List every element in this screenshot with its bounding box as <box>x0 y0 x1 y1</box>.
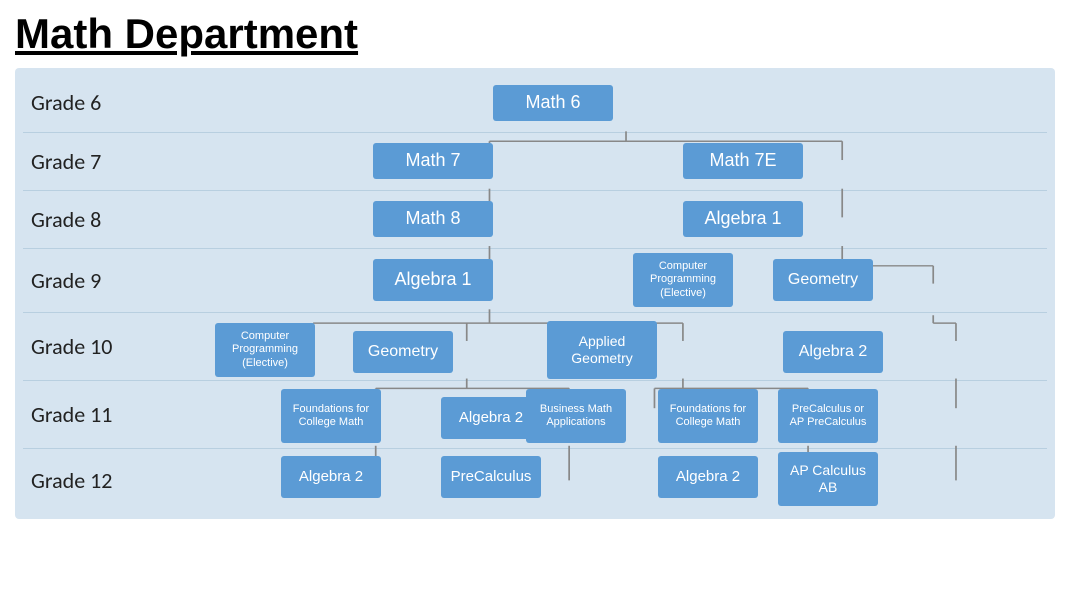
geometry-g9-box: Geometry <box>773 259 873 301</box>
grade9-label: Grade 9 <box>23 248 193 312</box>
precalc-g12-box: PreCalculus <box>441 456 541 498</box>
row-grade9: Grade 9 <box>23 248 1047 312</box>
grade7-label: Grade 7 <box>23 132 193 190</box>
algebra1-g8-box: Algebra 1 <box>683 201 803 237</box>
algebra2-g12b-box: Algebra 2 <box>658 456 758 498</box>
chart-wrapper: Grade 6 Grade 7 Grade 8 Grade 9 Grade 10 <box>23 74 1047 513</box>
algebra2-g12a-box: Algebra 2 <box>281 456 381 498</box>
grade10-label: Grade 10 <box>23 312 193 380</box>
ap-calc-box: AP Calculus AB <box>778 452 878 506</box>
row-grade7: Grade 7 <box>23 132 1047 190</box>
compprog-g10-box: Computer Programming (Elective) <box>215 323 315 377</box>
grade6-label: Grade 6 <box>23 74 193 132</box>
grade8-label: Grade 8 <box>23 190 193 248</box>
math6-box: Math 6 <box>493 85 613 121</box>
compprog-g9-box: Computer Programming (Elective) <box>633 253 733 307</box>
geometry-g10-box: Geometry <box>353 331 453 373</box>
chart-area: Grade 6 Grade 7 Grade 8 Grade 9 Grade 10 <box>15 68 1055 519</box>
applied-geom-box: Applied Geometry <box>547 321 657 379</box>
page: Math Department Grade 6 Grade 7 Grade 8 <box>0 0 1070 599</box>
algebra1-g9-box: Algebra 1 <box>373 259 493 301</box>
math8-box: Math 8 <box>373 201 493 237</box>
page-title: Math Department <box>15 10 1055 58</box>
found-college-g11b-box: Foundations for College Math <box>658 389 758 443</box>
grade12-label: Grade 12 <box>23 448 193 513</box>
found-college-g11a-box: Foundations for College Math <box>281 389 381 443</box>
math7e-box: Math 7E <box>683 143 803 179</box>
math7-box: Math 7 <box>373 143 493 179</box>
row-grade10: Grade 10 <box>23 312 1047 380</box>
algebra2-g10-box: Algebra 2 <box>783 331 883 373</box>
row-grade8: Grade 8 <box>23 190 1047 248</box>
precalc-ap-box: PreCalculus or AP PreCalculus <box>778 389 878 443</box>
business-math-box: Business Math Applications <box>526 389 626 443</box>
grade11-label: Grade 11 <box>23 380 193 448</box>
